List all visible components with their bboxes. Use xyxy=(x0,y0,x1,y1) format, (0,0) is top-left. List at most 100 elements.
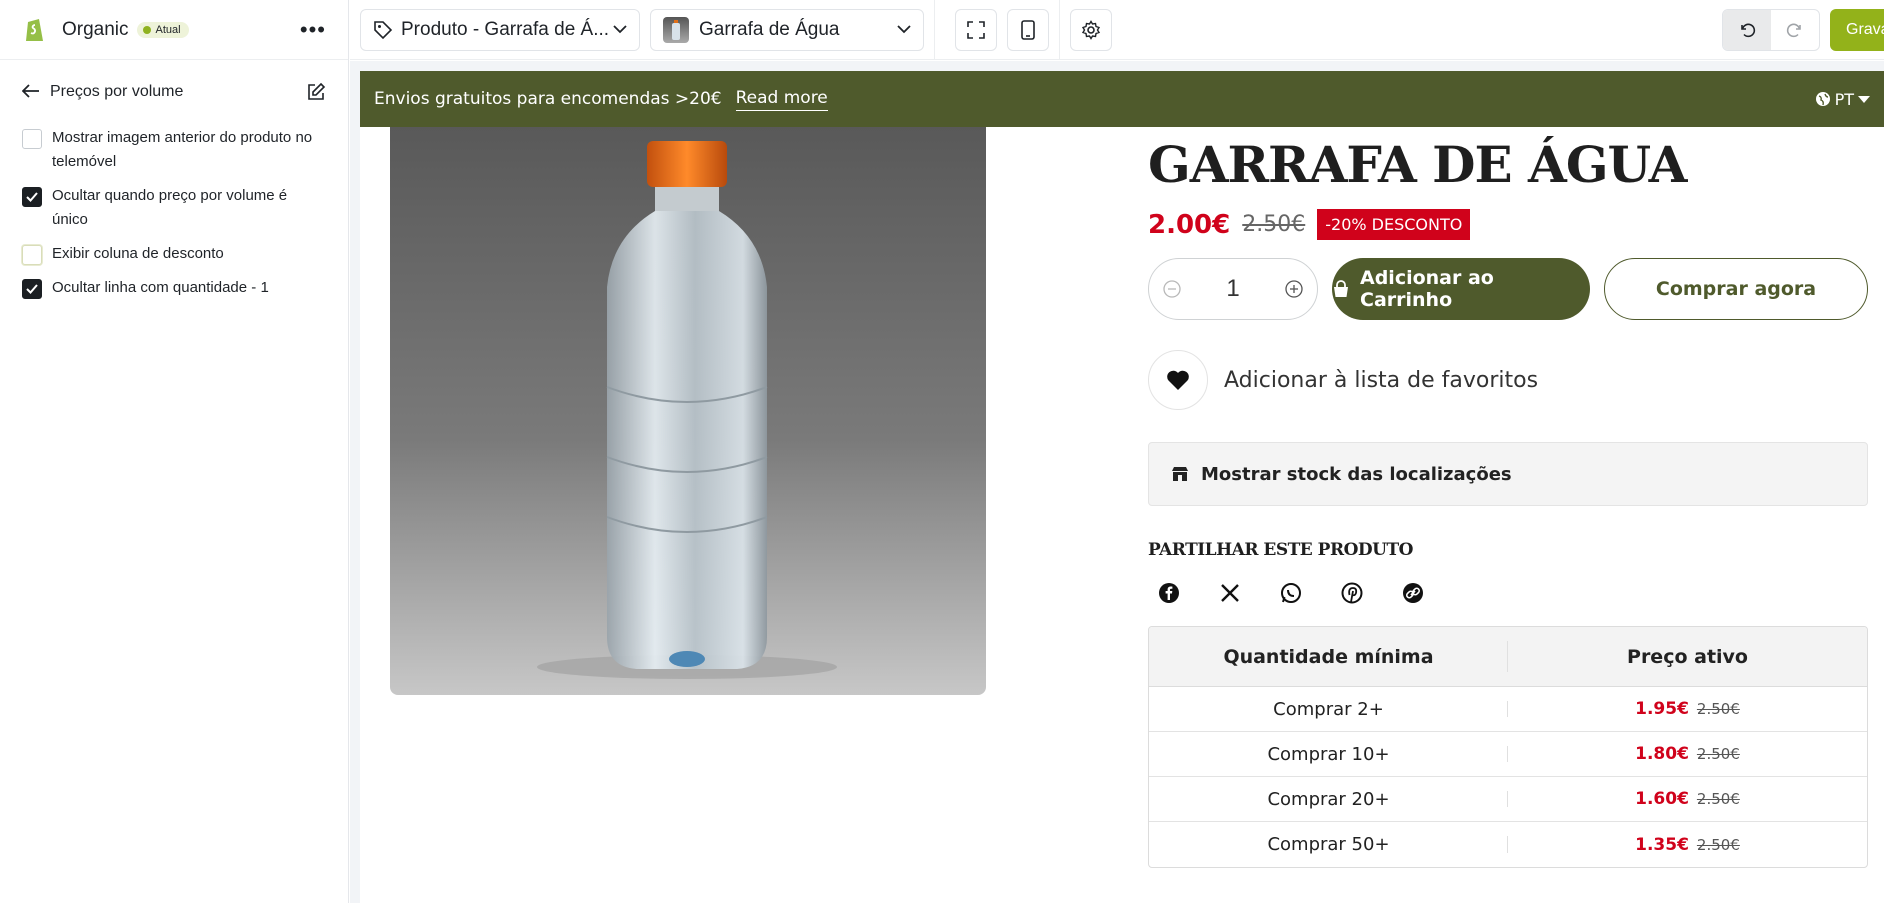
table-header: Quantidade mínima Preço ativo xyxy=(1149,627,1867,687)
option-hide-qty-one[interactable]: Ocultar linha com quantidade - 1 xyxy=(0,276,348,300)
column-header: Quantidade mínima xyxy=(1149,627,1508,686)
top-toolbar: Produto - Garrafa de Á... Garrafa de Águ… xyxy=(350,0,1884,60)
decrease-quantity-button[interactable] xyxy=(1163,280,1181,298)
volume-pricing-table: Quantidade mínima Preço ativo Comprar 2+… xyxy=(1148,626,1868,868)
volume-price: 1.35€ xyxy=(1635,834,1689,855)
plus-circle-icon xyxy=(1285,280,1303,298)
section-title: Preços por volume xyxy=(50,83,184,100)
mobile-icon xyxy=(1021,19,1035,40)
option-label: Ocultar quando preço por volume é único xyxy=(52,187,288,228)
product-price: 2.00€ xyxy=(1148,209,1231,240)
add-to-cart-label: Adicionar ao Carrinho xyxy=(1360,267,1494,311)
discount-badge: -20% DESCONTO xyxy=(1317,209,1471,240)
check-icon xyxy=(26,284,38,294)
product-image[interactable] xyxy=(390,127,986,695)
price-cell: 1.35€ 2.50€ xyxy=(1508,822,1867,867)
product-info: GARRAFA DE ÁGUA 2.00€ 2.50€ -20% DESCONT… xyxy=(1148,127,1868,868)
volume-price: 1.60€ xyxy=(1635,789,1689,809)
whatsapp-icon[interactable] xyxy=(1278,580,1304,606)
caret-down-icon xyxy=(1858,95,1870,103)
share-title: PARTILHAR ESTE PRODUTO xyxy=(1148,540,1413,560)
price-cell: 1.95€ 2.50€ xyxy=(1508,687,1867,731)
announcement-text: Envios gratuitos para encomendas >20€ xyxy=(374,89,722,109)
toolbar-divider xyxy=(934,0,935,60)
price-row: 2.00€ 2.50€ -20% DESCONTO xyxy=(1148,209,1868,240)
option-label: Ocultar linha com quantidade - 1 xyxy=(52,279,269,296)
edit-icon[interactable] xyxy=(306,82,326,102)
share-icons xyxy=(1148,580,1868,606)
column-header: Preço ativo xyxy=(1627,645,1748,668)
wishlist-button[interactable]: Adicionar à lista de favoritos xyxy=(1148,350,1868,410)
link-icon[interactable] xyxy=(1400,580,1426,606)
facebook-icon[interactable] xyxy=(1156,580,1182,606)
x-icon[interactable] xyxy=(1217,580,1243,606)
water-bottle-image xyxy=(537,141,837,679)
more-options-button[interactable]: ••• xyxy=(300,18,326,41)
option-show-discount-column[interactable]: Exibir coluna de desconto xyxy=(0,242,348,266)
volume-price: 1.95€ xyxy=(1635,699,1689,719)
option-label: Mostrar imagem anterior do produto no te… xyxy=(52,129,313,170)
buy-row: 1 Adicionar ao Carrinho Comprar agora xyxy=(1148,258,1868,320)
stock-locations-toggle[interactable]: Mostrar stock das localizações xyxy=(1148,442,1868,506)
volume-old-price: 2.50€ xyxy=(1696,745,1740,763)
language-selector[interactable]: PT xyxy=(1815,90,1870,109)
tag-icon xyxy=(373,20,393,40)
language-code: PT xyxy=(1834,89,1854,109)
volume-old-price: 2.50€ xyxy=(1696,835,1740,854)
volume-old-price: 2.50€ xyxy=(1696,790,1740,808)
minus-circle-icon xyxy=(1163,280,1181,298)
status-dot-icon xyxy=(142,25,151,34)
price-cell: 1.80€ 2.50€ xyxy=(1508,732,1867,776)
template-select[interactable]: Produto - Garrafa de Á... xyxy=(360,8,640,51)
increase-quantity-button[interactable] xyxy=(1285,280,1303,298)
volume-old-price: 2.50€ xyxy=(1696,700,1740,718)
table-row: Comprar 2+ 1.95€ 2.50€ xyxy=(1149,687,1867,732)
option-hide-single-price[interactable]: Ocultar quando preço por volume é único xyxy=(0,184,348,232)
settings-button[interactable] xyxy=(1070,8,1112,51)
min-quantity-cell: Comprar 20+ xyxy=(1149,777,1508,821)
store-preview: Envios gratuitos para encomendas >20€ Re… xyxy=(360,71,1884,903)
announcement-bar: Envios gratuitos para encomendas >20€ Re… xyxy=(360,71,1884,127)
price-cell: 1.60€ 2.50€ xyxy=(1508,777,1867,821)
read-more-link[interactable]: Read more xyxy=(735,88,828,111)
option-show-prev-image[interactable]: Mostrar imagem anterior do produto no te… xyxy=(0,126,348,174)
quantity-input[interactable]: 1 xyxy=(1226,275,1239,303)
gear-icon xyxy=(1081,19,1101,40)
min-quantity-cell: Comprar 2+ xyxy=(1149,687,1508,731)
option-label: Exibir coluna de desconto xyxy=(52,245,224,262)
product-title: GARRAFA DE ÁGUA xyxy=(1148,135,1687,194)
mobile-view-button[interactable] xyxy=(1007,8,1049,51)
heart-icon xyxy=(1148,350,1208,410)
globe-icon xyxy=(1815,91,1831,107)
fullscreen-icon xyxy=(967,20,985,39)
section-header: Preços por volume xyxy=(0,68,348,116)
table-row: Comprar 50+ 1.35€ 2.50€ xyxy=(1149,822,1867,867)
redo-button[interactable] xyxy=(1771,10,1819,50)
fullscreen-button[interactable] xyxy=(955,8,997,51)
stock-locations-label: Mostrar stock das localizações xyxy=(1201,463,1512,485)
wishlist-label: Adicionar à lista de favoritos xyxy=(1224,367,1539,393)
undo-redo-group xyxy=(1722,9,1820,51)
buy-now-button[interactable]: Comprar agora xyxy=(1604,258,1868,320)
checkbox-show-discount-column[interactable] xyxy=(22,245,42,265)
save-button[interactable]: Gravar xyxy=(1830,9,1884,51)
editor-sidebar: Organic Atual ••• Preços por volume Most… xyxy=(0,0,349,903)
check-icon xyxy=(26,192,38,202)
min-quantity-cell: Comprar 50+ xyxy=(1149,822,1508,867)
min-quantity-cell: Comprar 10+ xyxy=(1149,732,1508,776)
product-select-value: Garrafa de Água xyxy=(699,18,840,40)
chevron-down-icon xyxy=(897,25,911,34)
checkbox-show-prev-image[interactable] xyxy=(22,129,42,149)
checkbox-hide-single-price[interactable] xyxy=(22,187,42,207)
checkbox-hide-qty-one[interactable] xyxy=(22,279,42,299)
undo-button[interactable] xyxy=(1723,10,1771,50)
table-row: Comprar 10+ 1.80€ 2.50€ xyxy=(1149,732,1867,777)
status-badge-label: Atual xyxy=(155,23,181,36)
preview-canvas: Envios gratuitos para encomendas >20€ Re… xyxy=(350,61,1884,903)
shopping-bag-icon xyxy=(1332,280,1350,298)
pinterest-icon[interactable] xyxy=(1339,580,1365,606)
product-select[interactable]: Garrafa de Água xyxy=(650,8,924,51)
back-arrow-icon[interactable] xyxy=(21,82,40,103)
toolbar-divider xyxy=(1059,0,1060,60)
add-to-cart-button[interactable]: Adicionar ao Carrinho xyxy=(1332,258,1590,320)
